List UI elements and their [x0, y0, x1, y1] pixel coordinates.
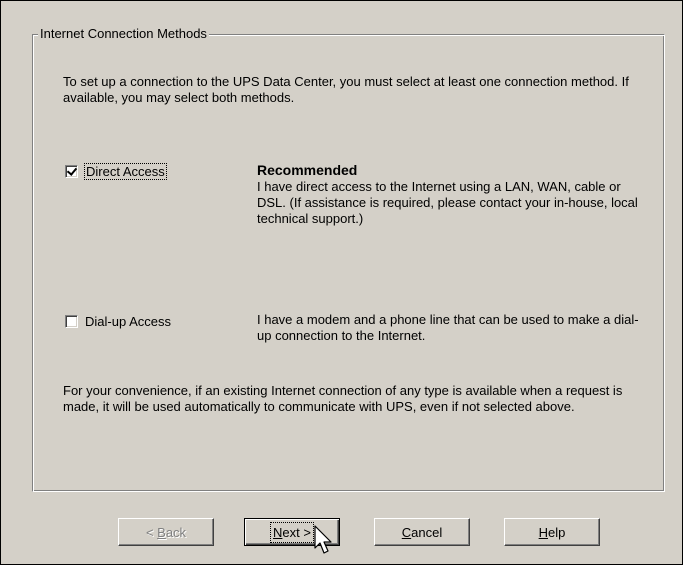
direct-access-option[interactable]: Direct Access [65, 163, 167, 180]
mouse-cursor-icon [314, 525, 332, 554]
group-title: Internet Connection Methods [38, 26, 209, 41]
footer-text: For your convenience, if an existing Int… [63, 383, 623, 414]
back-button-label: < Back [145, 524, 187, 540]
help-button-label: Help [538, 524, 566, 540]
direct-access-checkbox[interactable] [65, 165, 78, 178]
dialup-access-checkbox[interactable] [65, 315, 78, 328]
help-button[interactable]: Help [504, 518, 600, 546]
direct-access-description-block: Recommended I have direct access to the … [257, 162, 652, 227]
recommended-label: Recommended [257, 162, 358, 178]
intro-text: To set up a connection to the UPS Data C… [63, 74, 629, 105]
back-button[interactable]: < Back [118, 518, 214, 546]
dialup-access-label[interactable]: Dial-up Access [85, 314, 171, 329]
dialup-access-description: I have a modem and a phone line that can… [257, 312, 639, 343]
direct-access-label[interactable]: Direct Access [84, 163, 167, 180]
cancel-button[interactable]: Cancel [374, 518, 470, 546]
next-button-label: Next > [270, 521, 314, 543]
dialup-access-option[interactable]: Dial-up Access [65, 314, 171, 329]
direct-access-description: I have direct access to the Internet usi… [257, 179, 638, 226]
connection-dialog: Internet Connection Methods To set up a … [0, 0, 683, 565]
cancel-button-label: Cancel [401, 524, 443, 540]
